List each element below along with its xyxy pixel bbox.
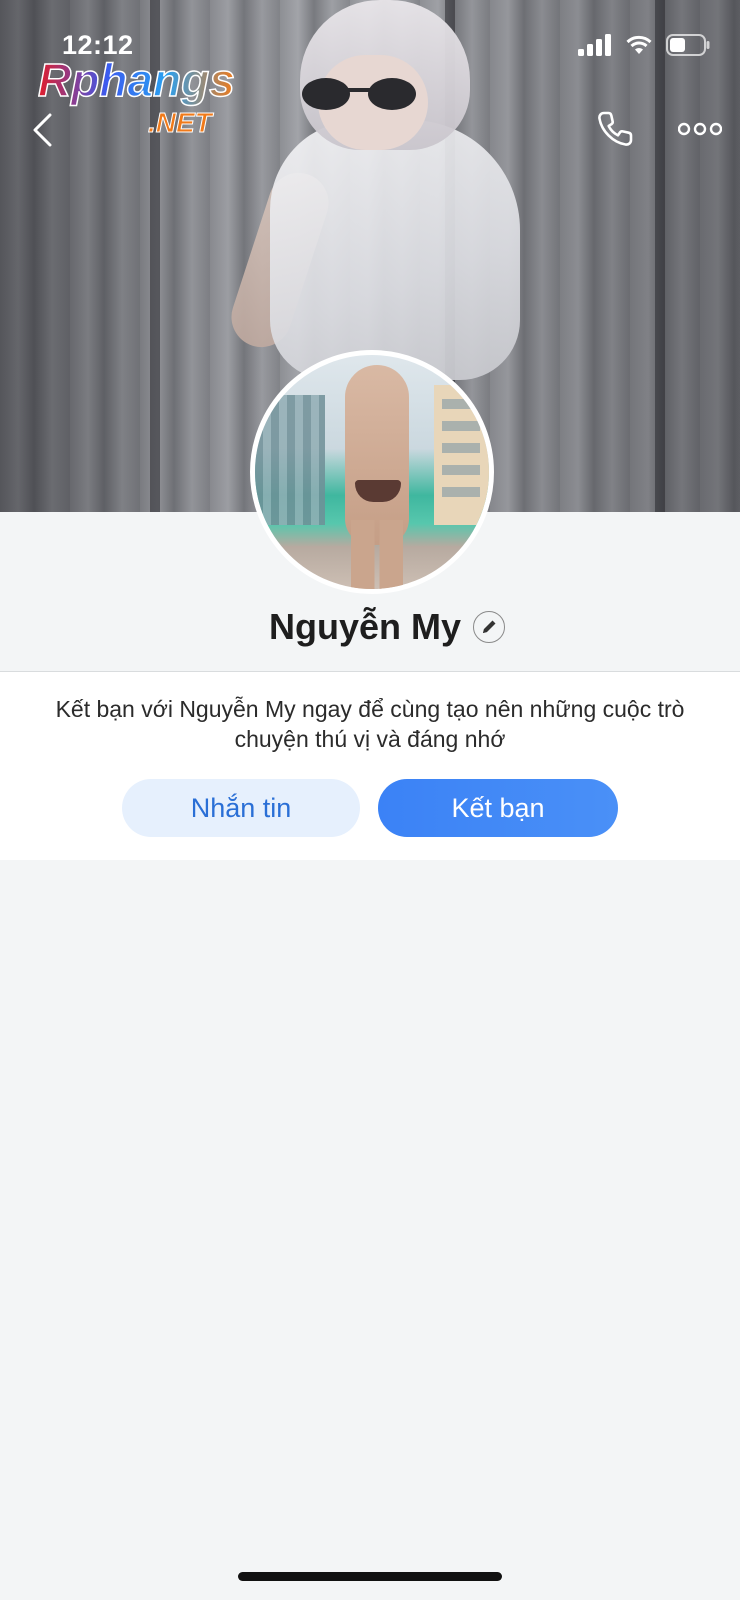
watermark-logo: Rphangs .NET (38, 56, 236, 139)
avatar[interactable] (250, 350, 494, 594)
profile-name-row: Nguyễn My (0, 598, 740, 656)
phone-icon (598, 111, 633, 146)
message-button-label: Nhắn tin (190, 792, 292, 823)
friend-request-card: Kết bạn với Nguyễn My ngay để cùng tạo n… (0, 672, 740, 860)
message-button[interactable]: Nhắn tin (122, 779, 360, 837)
pencil-icon (483, 620, 496, 633)
wifi-icon (626, 35, 652, 54)
add-friend-button[interactable]: Kết bạn (378, 779, 618, 837)
home-indicator[interactable] (238, 1572, 502, 1581)
back-button[interactable] (22, 108, 62, 152)
more-dots-icon (678, 122, 722, 136)
call-button[interactable] (592, 106, 638, 152)
status-time: 12:12 (62, 30, 134, 60)
signal-icon (578, 34, 611, 56)
add-friend-button-label: Kết bạn (451, 792, 545, 823)
chevron-left-icon (33, 113, 52, 147)
profile-screen: Rphangs .NET 12:12 Nguyễn My Kết bạn với… (0, 0, 740, 1600)
edit-name-button[interactable] (473, 611, 506, 643)
battery-icon (666, 34, 710, 56)
friend-prompt-text: Kết bạn với Nguyễn My ngay để cùng tạo n… (55, 696, 685, 752)
more-button[interactable] (676, 112, 724, 146)
svg-text:Rphangs: Rphangs (38, 56, 235, 106)
svg-text:.NET: .NET (148, 107, 215, 138)
profile-name: Nguyễn My (268, 606, 462, 647)
status-icons (578, 34, 710, 56)
